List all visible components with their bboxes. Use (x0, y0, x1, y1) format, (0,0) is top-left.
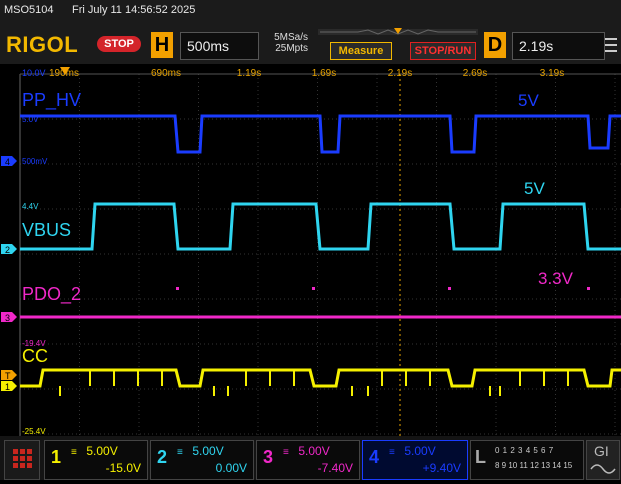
delay-value[interactable]: 2.19s (512, 32, 605, 60)
top-voltage-label: 10.0V (22, 68, 46, 78)
svg-text:2: 2 (5, 245, 10, 255)
digital-row1: 0 1 2 3 4 5 6 7 (495, 446, 554, 455)
channel-number: 3 (263, 447, 274, 467)
channel-scale: ≡ 5.00V (177, 444, 224, 458)
gi-button[interactable]: GI (586, 440, 620, 480)
pdo2-glitch (176, 287, 179, 290)
stop-run-button[interactable]: STOP/RUN (410, 42, 476, 60)
date-time: Fri July 11 14:56:52 2025 (72, 4, 196, 16)
channel-number: 1 (51, 447, 62, 467)
channel-number: 4 (369, 447, 380, 467)
vbus-ref-high: 4.4V (22, 202, 39, 211)
dc-coupling-icon: ≡ (389, 447, 395, 458)
channel-offset: -7.40V (317, 461, 353, 475)
channel-scale: ≡ 5.00V (283, 444, 330, 458)
channel-1-panel[interactable]: 1 ≡ 5.00V -15.0V (44, 440, 148, 480)
channel-offset: 0.00V (215, 461, 247, 475)
time-tick-label: 2.19s (388, 68, 412, 79)
pdo2-glitch (448, 287, 451, 290)
gi-label: GI (594, 443, 609, 459)
channel-offset: -15.0V (105, 461, 141, 475)
channel-scale: ≡ 5.00V (71, 444, 118, 458)
cc-ref-low: -25.4V (22, 427, 46, 436)
vbus-label: VBUS (22, 220, 71, 240)
trigger-position-strip (318, 28, 478, 35)
dc-coupling-icon: ≡ (177, 447, 183, 458)
channel-3-panel[interactable]: 3 ≡ 5.00V -7.40V (256, 440, 360, 480)
rigol-logo: RIGOL (6, 32, 79, 57)
app-launcher-button[interactable] (4, 440, 40, 480)
pdo2-glitch (312, 287, 315, 290)
channel-4-panel[interactable]: 4 ≡ 5.00V +9.40V (362, 440, 468, 480)
run-state-indicator[interactable]: STOP (97, 36, 141, 52)
waveform-display[interactable]: 190ms 690ms 1.19s 1.69s 2.19s 2.69s 3.19s10.0V… (0, 64, 621, 436)
timebase-value[interactable]: 500ms (180, 32, 259, 60)
pdo2-glitch (587, 287, 590, 290)
device-model: MSO5104 (4, 4, 54, 16)
top-status-bar: MSO5104 Fri July 11 14:56:52 2025 RIGOL … (0, 0, 621, 64)
digital-channel-panel[interactable]: L 0 1 2 3 4 5 6 7 8 9 10 11 12 13 14 15 (470, 440, 584, 480)
svg-text:1: 1 (5, 382, 10, 392)
dc-coupling-icon: ≡ (71, 447, 77, 458)
svg-text:4: 4 (5, 157, 10, 167)
digital-row2: 8 9 10 11 12 13 14 15 (495, 461, 573, 470)
channel-scale: ≡ 5.00V (389, 444, 436, 458)
time-tick-label: 2.69s (463, 68, 487, 79)
pdo2-voltage: 3.3V (538, 269, 574, 288)
time-tick-label: 690ms (151, 68, 181, 79)
sample-info: 5MSa/s 25Mpts (262, 32, 308, 54)
measure-button[interactable]: Measure (330, 42, 392, 60)
grid-icon (13, 449, 32, 468)
digital-key: L (475, 447, 486, 467)
pdo2-label: PDO_2 (22, 284, 81, 305)
menu-icon[interactable] (604, 34, 618, 56)
pp-hv-ref-low: 500mV (22, 157, 48, 166)
memory-depth: 25Mpts (275, 43, 308, 54)
channel-offset: +9.40V (422, 461, 461, 475)
time-tick-label: 3.19s (540, 68, 564, 79)
sample-rate: 5MSa/s (274, 32, 308, 43)
horizontal-key[interactable]: H (151, 32, 173, 58)
dc-coupling-icon: ≡ (283, 447, 289, 458)
delay-key[interactable]: D (484, 32, 506, 58)
vbus-voltage: 5V (524, 179, 545, 198)
channel-number: 2 (157, 447, 168, 467)
cc-label: CC (22, 346, 48, 366)
svg-text:T: T (5, 371, 11, 381)
pp-hv-label: PP_HV (22, 90, 81, 111)
sine-icon (590, 464, 616, 474)
pp-hv-ref-high: 5.0V (22, 115, 39, 124)
time-tick-label: 1.69s (312, 68, 336, 79)
pp-hv-voltage: 5V (518, 91, 539, 110)
channel-2-panel[interactable]: 2 ≡ 5.00V 0.00V (150, 440, 254, 480)
svg-text:3: 3 (5, 313, 10, 323)
time-tick-label: 1.19s (237, 68, 261, 79)
